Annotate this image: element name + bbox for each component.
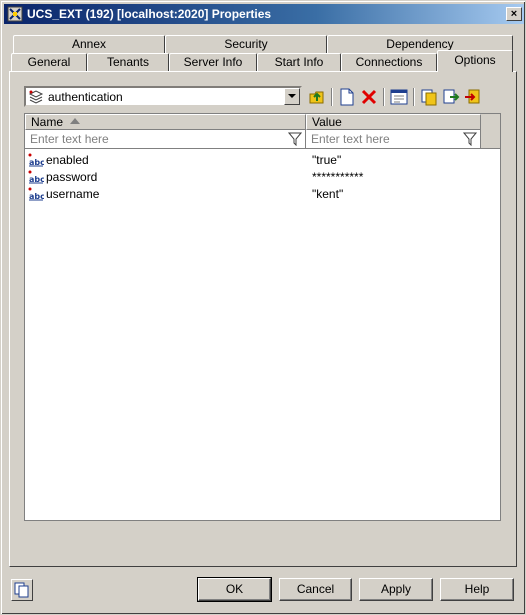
- section-select[interactable]: authentication: [24, 86, 302, 107]
- apply-button[interactable]: Apply: [359, 578, 433, 601]
- import-option-icon: [465, 89, 480, 104]
- name-filter-placeholder: Enter text here: [30, 132, 109, 146]
- toolbar-separator: [383, 88, 385, 106]
- option-value: ***********: [312, 169, 364, 184]
- new-document-icon: [340, 88, 354, 106]
- grid-header: Name Value: [25, 114, 500, 130]
- sort-ascending-icon: [70, 118, 80, 124]
- edit-properties-button[interactable]: [388, 86, 410, 108]
- delete-icon: [361, 89, 377, 105]
- close-button[interactable]: ×: [506, 7, 522, 21]
- window-title: UCS_EXT (192) [localhost:2020] Propertie…: [27, 7, 272, 21]
- value-filter-placeholder: Enter text here: [311, 132, 390, 146]
- copy-option-icon: [421, 89, 437, 106]
- column-header-value[interactable]: Value: [306, 114, 481, 130]
- copy-pages-icon: [14, 582, 29, 598]
- table-row[interactable]: abc username "kent": [25, 185, 500, 202]
- tab-server-info[interactable]: Server Info: [169, 53, 257, 71]
- copy-option-button[interactable]: [418, 86, 440, 108]
- column-header-name[interactable]: Name: [25, 114, 306, 130]
- string-type-icon: abc: [28, 153, 44, 167]
- filter-row: Enter text here Enter text here: [25, 130, 500, 149]
- ok-button[interactable]: OK: [197, 577, 272, 602]
- dropdown-button[interactable]: [284, 88, 300, 105]
- option-value: "true": [312, 152, 342, 167]
- section-select-value: authentication: [48, 89, 123, 104]
- table-row[interactable]: abc password ***********: [25, 168, 500, 185]
- title-bar[interactable]: UCS_EXT (192) [localhost:2020] Propertie…: [4, 4, 524, 24]
- toolbar-separator: [331, 88, 333, 106]
- help-button[interactable]: Help: [440, 578, 514, 601]
- tab-security[interactable]: Security: [165, 35, 327, 53]
- import-option-button[interactable]: [462, 86, 484, 108]
- table-row[interactable]: abc enabled "true": [25, 151, 500, 168]
- tab-options[interactable]: Options: [437, 50, 513, 72]
- tab-tenants[interactable]: Tenants: [87, 53, 169, 71]
- toolbar-separator: [413, 88, 415, 106]
- name-filter-input[interactable]: Enter text here: [25, 130, 306, 148]
- server-app-icon: [7, 6, 23, 22]
- folder-up-button[interactable]: [306, 86, 328, 108]
- options-grid: Name Value Enter text here Enter text he…: [24, 113, 501, 521]
- properties-dialog: UCS_EXT (192) [localhost:2020] Propertie…: [0, 0, 526, 615]
- filter-icon[interactable]: [463, 132, 477, 146]
- string-type-icon: abc: [28, 170, 44, 184]
- value-filter-input[interactable]: Enter text here: [306, 130, 481, 148]
- option-name: username: [46, 186, 100, 201]
- close-icon: ×: [510, 7, 518, 20]
- stack-layers-icon: [28, 89, 44, 104]
- options-toolbar: [306, 86, 484, 108]
- copy-properties-button[interactable]: [11, 579, 33, 601]
- chevron-down-icon: [288, 94, 296, 98]
- tab-connections[interactable]: Connections: [341, 53, 437, 71]
- options-panel: authentication Name Value Enter text her…: [9, 71, 517, 567]
- option-name: enabled: [46, 152, 89, 167]
- edit-properties-icon: [390, 89, 408, 105]
- new-option-button[interactable]: [336, 86, 358, 108]
- tab-annex[interactable]: Annex: [13, 35, 165, 53]
- grid-rows: abc enabled "true" abc password ********…: [25, 151, 500, 202]
- tab-start-info[interactable]: Start Info: [257, 53, 341, 71]
- folder-up-icon: [309, 91, 324, 104]
- filter-icon[interactable]: [288, 132, 302, 146]
- export-option-icon: [443, 89, 460, 104]
- option-value: "kent": [312, 186, 344, 201]
- tab-general[interactable]: General: [11, 53, 87, 71]
- delete-option-button[interactable]: [358, 86, 380, 108]
- option-name: password: [46, 169, 98, 184]
- cancel-button[interactable]: Cancel: [279, 578, 352, 601]
- string-type-icon: abc: [28, 187, 44, 201]
- export-option-button[interactable]: [440, 86, 462, 108]
